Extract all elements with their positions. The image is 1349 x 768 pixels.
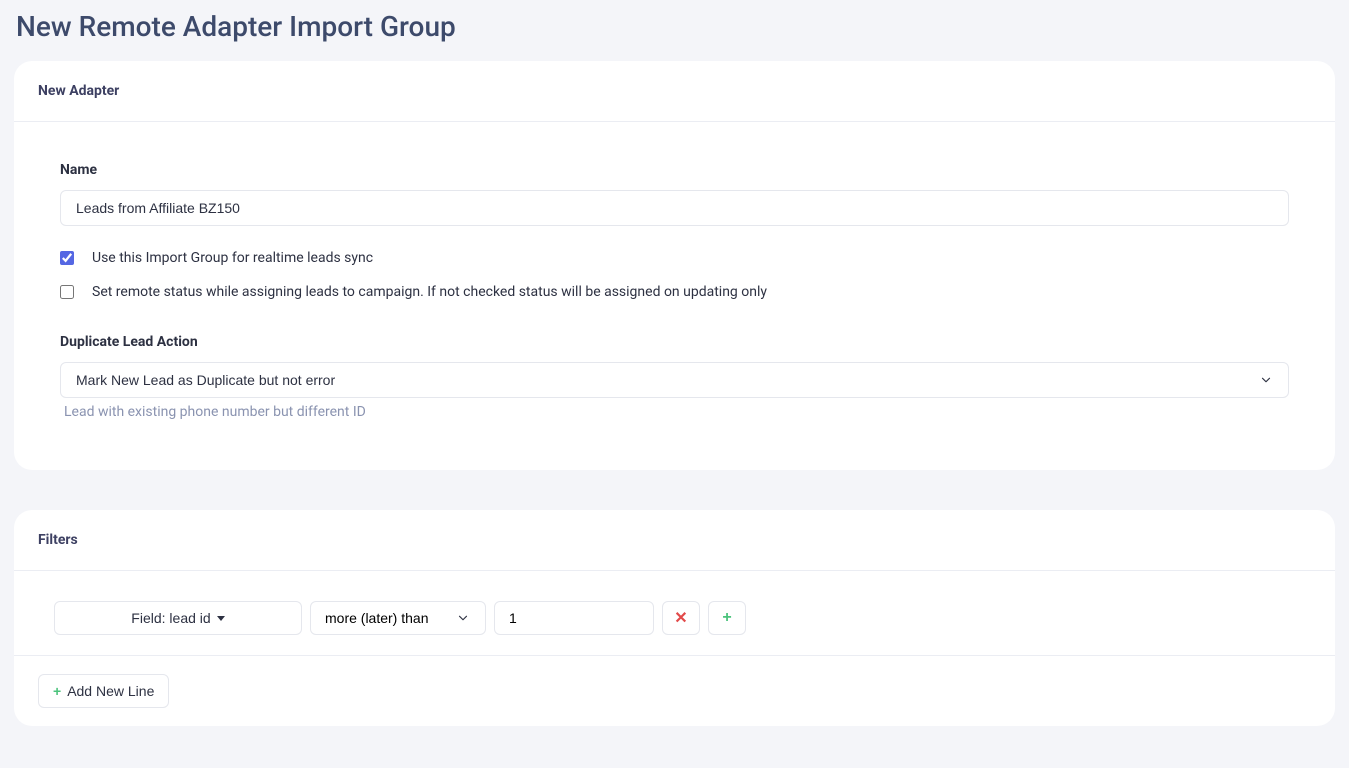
filter-field-dropdown[interactable]: Field: lead id <box>54 601 302 635</box>
duplicate-action-label: Duplicate Lead Action <box>60 334 1289 350</box>
new-adapter-header: New Adapter <box>14 61 1335 122</box>
name-input[interactable] <box>60 190 1289 226</box>
add-filter-button[interactable]: + <box>708 601 746 635</box>
realtime-sync-checkbox[interactable] <box>60 251 74 265</box>
caret-down-icon <box>217 616 225 621</box>
plus-icon: + <box>53 683 61 699</box>
realtime-sync-label: Use this Import Group for realtime leads… <box>92 250 373 266</box>
duplicate-action-group: Duplicate Lead Action Mark New Lead as D… <box>60 334 1289 420</box>
filter-operator-select[interactable]: more (later) than <box>310 601 486 635</box>
new-adapter-card: New Adapter Name Use this Import Group f… <box>14 61 1335 470</box>
duplicate-action-select-wrapper: Mark New Lead as Duplicate but not error <box>60 362 1289 398</box>
filter-value-input[interactable] <box>494 601 654 635</box>
filter-field-label: Field: lead id <box>131 610 210 626</box>
filters-card: Filters Field: lead id more (later) than… <box>14 510 1335 726</box>
plus-icon: + <box>722 609 731 627</box>
name-group: Name <box>60 162 1289 226</box>
close-icon: ✕ <box>674 608 687 628</box>
add-new-line-label: Add New Line <box>67 683 154 699</box>
filters-footer: + Add New Line <box>14 656 1335 726</box>
add-new-line-button[interactable]: + Add New Line <box>38 674 169 708</box>
filters-header: Filters <box>14 510 1335 571</box>
duplicate-action-help: Lead with existing phone number but diff… <box>64 404 1289 420</box>
name-label: Name <box>60 162 1289 178</box>
duplicate-action-select[interactable]: Mark New Lead as Duplicate but not error <box>60 362 1289 398</box>
filter-operator-wrapper: more (later) than <box>310 601 486 635</box>
realtime-sync-row: Use this Import Group for realtime leads… <box>60 250 1289 266</box>
remote-status-checkbox[interactable] <box>60 285 74 299</box>
filter-row: Field: lead id more (later) than ✕ + <box>54 601 1295 635</box>
remove-filter-button[interactable]: ✕ <box>662 601 700 635</box>
page-title: New Remote Adapter Import Group <box>14 0 1335 61</box>
filters-body: Field: lead id more (later) than ✕ + <box>14 571 1335 656</box>
new-adapter-body: Name Use this Import Group for realtime … <box>14 122 1335 470</box>
remote-status-label: Set remote status while assigning leads … <box>92 284 767 300</box>
remote-status-row: Set remote status while assigning leads … <box>60 284 1289 300</box>
